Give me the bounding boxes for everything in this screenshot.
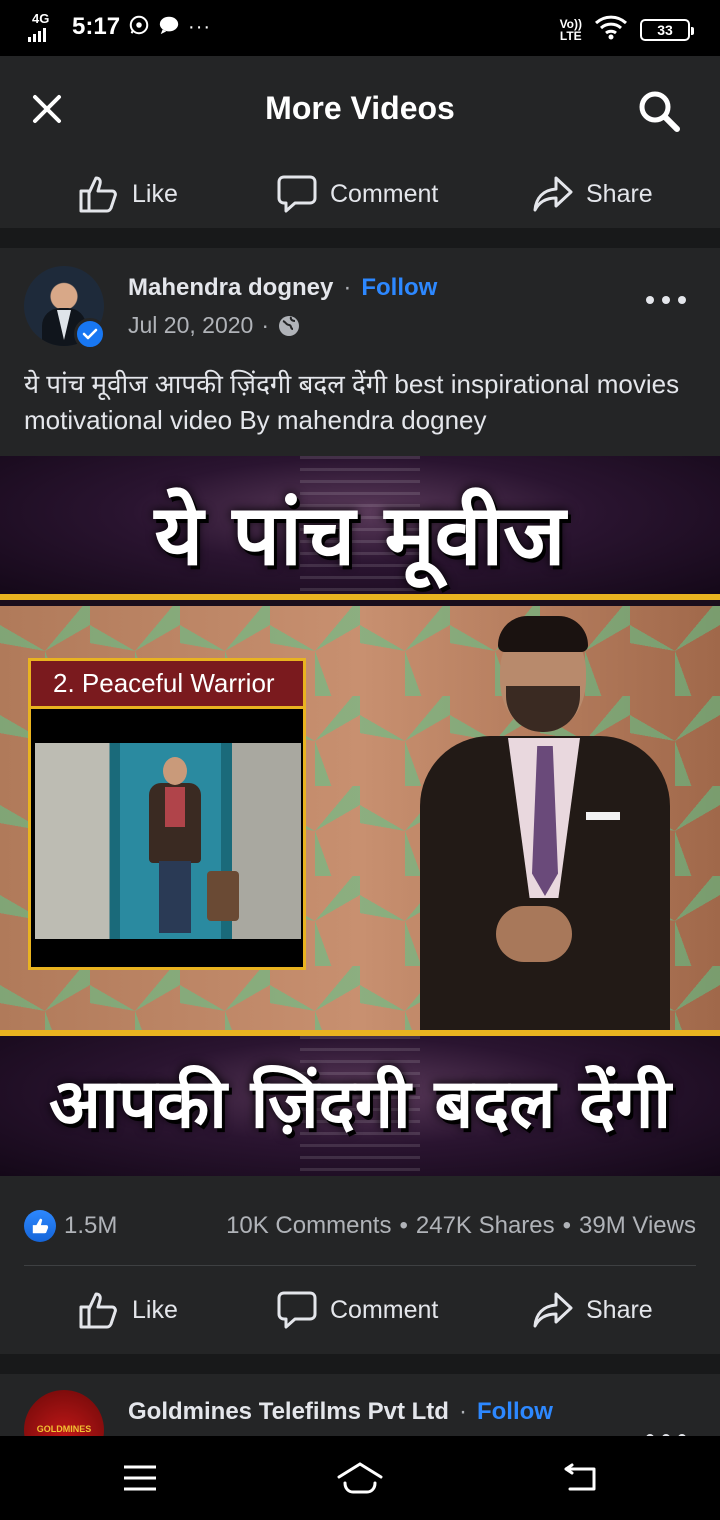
more-options-button[interactable] (646, 288, 686, 312)
video-scene: 2. Peaceful Warrior (0, 606, 720, 1036)
comment-button[interactable]: Comment (276, 160, 438, 228)
battery-icon: 33 (640, 18, 694, 41)
whatsapp-icon (128, 14, 150, 41)
previous-post-actions: Like Comment Share (0, 160, 720, 228)
movie-clip-frame: 2. Peaceful Warrior (28, 658, 306, 970)
battery-level: 33 (657, 21, 673, 38)
gold-stripe (0, 594, 720, 600)
comment-label: Comment (330, 1295, 439, 1324)
menu-icon (124, 1465, 156, 1491)
view-count: 39M Views (579, 1212, 696, 1239)
post-caption: ये पांच मूवीज आपकी ज़िंदगी बदल देंगी bes… (24, 369, 680, 435)
share-button[interactable]: Share (532, 160, 653, 228)
search-icon (639, 91, 680, 132)
close-button[interactable] (24, 86, 70, 132)
author-name[interactable]: Goldmines Telefilms Pvt Ltd (128, 1398, 449, 1426)
comment-button[interactable]: Comment (276, 1266, 438, 1354)
home-icon (337, 1462, 383, 1494)
avatar[interactable]: GOLDMINES (24, 1390, 104, 1436)
share-label: Share (586, 1295, 653, 1324)
close-icon (33, 95, 61, 123)
dot-icon (678, 296, 686, 304)
avatar-logo-text: GOLDMINES (36, 1424, 92, 1434)
thumbs-up-icon (79, 176, 117, 213)
recent-apps-button[interactable] (110, 1458, 170, 1498)
globe-icon (279, 315, 299, 336)
lte-label: LTE (559, 28, 582, 43)
share-icon (533, 176, 573, 212)
like-label: Like (132, 1295, 178, 1324)
comment-icon (277, 1291, 317, 1329)
post-date[interactable]: Jul 20, 2020 (128, 312, 253, 339)
engagement-stats: 1.5M 10K Comments • 247K Shares • 39M Vi… (24, 1176, 696, 1266)
like-count[interactable]: 1.5M (64, 1212, 117, 1240)
movie-clip-scene (35, 743, 301, 939)
message-icon (158, 14, 180, 41)
share-icon (533, 1292, 573, 1328)
volte-indicator: Vo)) LTE (560, 18, 582, 42)
video-feed[interactable]: Like Comment Share Mahendra dogney · Fol… (0, 160, 720, 1436)
dot-icon (662, 296, 670, 304)
like-reaction-icon (24, 1210, 56, 1242)
movie-clip-label: 2. Peaceful Warrior (31, 661, 303, 709)
share-label: Share (586, 179, 653, 208)
author-name[interactable]: Mahendra dogney (128, 274, 333, 302)
more-options-button[interactable] (646, 1426, 686, 1436)
wifi-icon (594, 14, 628, 45)
separator: · (261, 312, 269, 338)
comment-count[interactable]: 10K Comments (226, 1212, 391, 1240)
video-title-top: ये पांच मूवीज (154, 486, 566, 584)
back-icon (564, 1463, 596, 1491)
thumbs-up-icon (79, 1292, 117, 1329)
top-app-bar: More Videos (0, 56, 720, 160)
share-count[interactable]: 247K Shares (416, 1212, 555, 1240)
comment-icon (277, 175, 317, 213)
stats-dot: • (399, 1212, 408, 1239)
follow-button[interactable]: Follow (477, 1398, 553, 1426)
video-post: Mahendra dogney · Follow Jul 20, 2020 · … (0, 248, 720, 1354)
video-title-bottom: आपकी ज़िंदगी बदल देंगी (48, 1065, 672, 1144)
page-title: More Videos (265, 90, 455, 126)
follow-button[interactable]: Follow (361, 274, 437, 302)
like-button[interactable]: Like (78, 1266, 178, 1354)
clock: 5:17 (72, 13, 121, 40)
presenter-figure (400, 616, 700, 1036)
home-button[interactable] (330, 1458, 390, 1498)
stats-dot: • (562, 1212, 572, 1239)
system-navigation-bar (0, 1436, 720, 1520)
like-button[interactable]: Like (78, 160, 178, 228)
status-bar: 4G 5:17 ··· Vo)) LTE 33 (0, 0, 720, 56)
signal-icon (28, 26, 46, 42)
video-player[interactable]: ये पांच मूवीज 2. Peaceful Warrior आपकी ज… (0, 456, 720, 1176)
verified-badge-icon (74, 318, 106, 350)
network-type: 4G (32, 11, 50, 26)
separator: · (458, 1398, 467, 1425)
comment-label: Comment (330, 179, 439, 208)
search-button[interactable] (634, 86, 684, 136)
like-label: Like (132, 179, 178, 208)
share-button[interactable]: Share (532, 1266, 653, 1354)
more-notifications: ··· (188, 15, 212, 38)
separator: · (343, 274, 352, 301)
dot-icon (646, 296, 654, 304)
post-actions: Like Comment Share (0, 1266, 720, 1354)
next-video-post: GOLDMINES Goldmines Telefilms Pvt Ltd · … (0, 1374, 720, 1436)
back-button[interactable] (550, 1458, 610, 1498)
